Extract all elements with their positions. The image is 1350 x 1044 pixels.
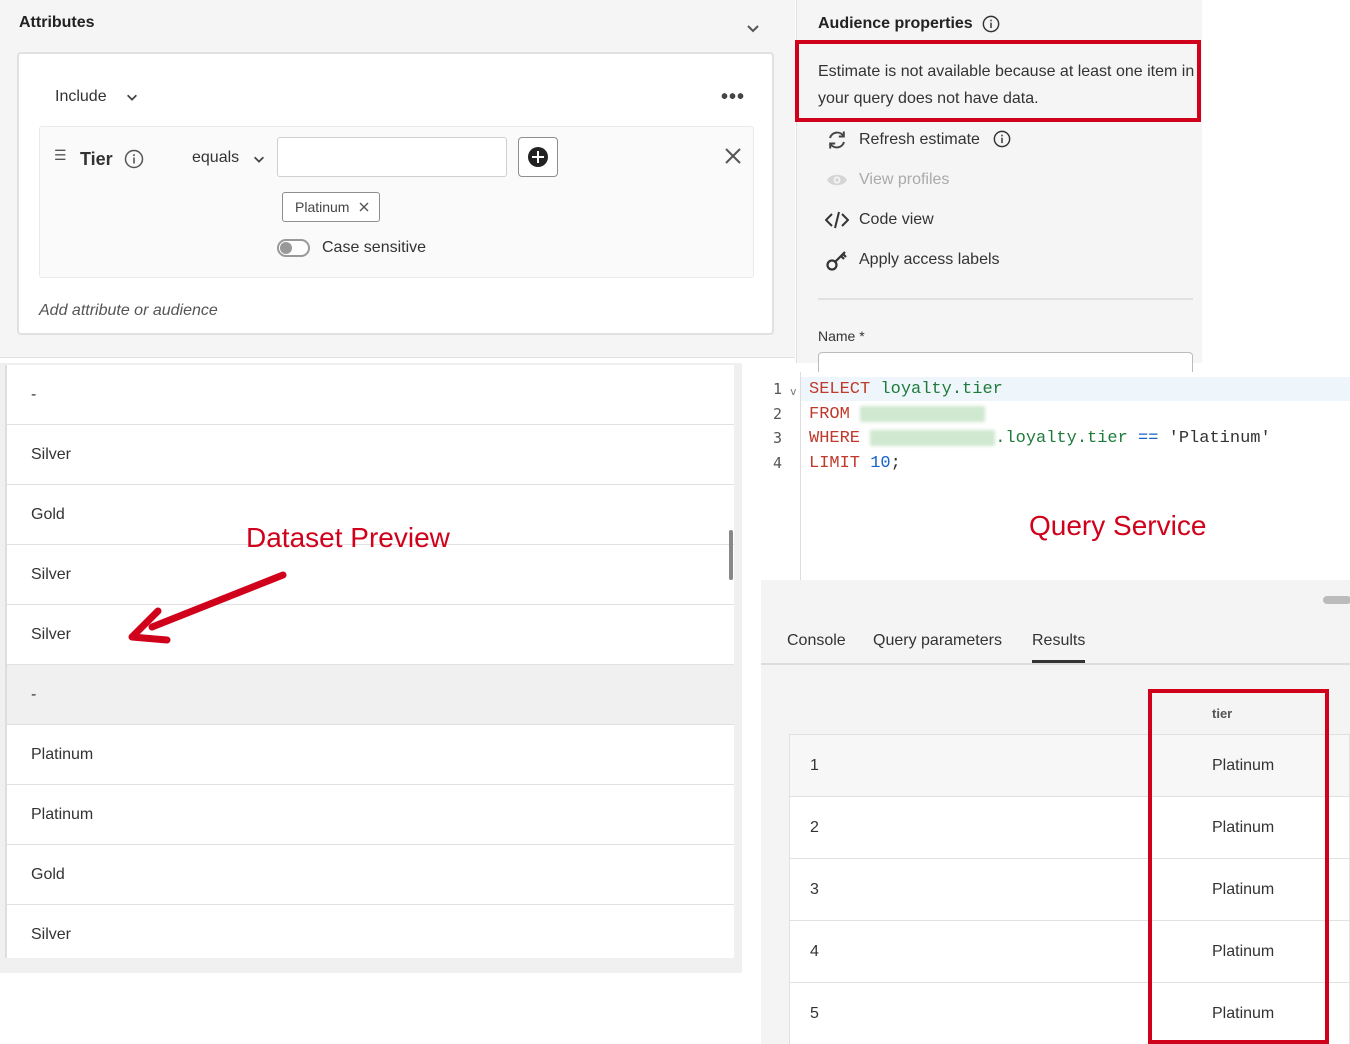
apply-access-labels-label: Apply access labels (859, 251, 1000, 268)
line-number: 1 (773, 380, 783, 398)
add-value-button[interactable] (518, 137, 558, 177)
name-field-label: Name * (818, 328, 865, 344)
plus-circle-icon (528, 147, 548, 167)
line-number: 3 (773, 429, 783, 447)
info-icon[interactable] (993, 130, 1011, 148)
code-view-label: Code view (859, 211, 934, 228)
info-icon[interactable] (982, 15, 1000, 33)
include-dropdown-label[interactable]: Include (55, 88, 107, 106)
attributes-title: Attributes (19, 14, 95, 31)
sql-identifier: .loyalty.tier (995, 429, 1128, 448)
tab-query-parameters[interactable]: Query parameters (873, 632, 1002, 650)
tab-results[interactable]: Results (1032, 632, 1085, 650)
value-tag: Platinum (282, 192, 381, 222)
info-icon[interactable] (124, 149, 144, 169)
row-index: 1 (810, 757, 819, 774)
attribute-rule-card: Include ••• ☰ Tier equals Platinum Case … (17, 52, 774, 335)
more-options-button[interactable]: ••• (721, 86, 745, 109)
tier-column-highlight-box (1148, 689, 1329, 1044)
value-tag-label: Platinum (295, 199, 350, 215)
sql-keyword: FROM (809, 405, 850, 424)
drag-handle-icon[interactable]: ☰ (54, 147, 67, 164)
dataset-preview-table: - Silver Gold Silver Silver - Platinum P… (5, 365, 734, 958)
sql-keyword: SELECT (809, 380, 871, 399)
table-row: Silver (7, 605, 734, 665)
row-index: 5 (810, 1005, 819, 1022)
sql-operator: == (1138, 429, 1159, 448)
sql-string: 'Platinum' (1168, 429, 1271, 448)
redacted-table-name (860, 405, 986, 422)
audience-properties-panel: Audience properties Estimate is not avai… (795, 0, 1202, 382)
line-number-gutter: 1 v 2 3 4 (761, 372, 801, 580)
annotation-arrow-icon (128, 571, 287, 644)
table-row: - (7, 665, 734, 725)
apply-access-labels-button[interactable]: Apply access labels (825, 248, 1000, 272)
refresh-estimate-button[interactable]: Refresh estimate (825, 128, 980, 152)
estimate-highlight-box: Estimate is not available because at lea… (795, 40, 1201, 122)
chevron-down-icon[interactable] (745, 20, 761, 36)
code-line-1: SELECT loyalty.tier (809, 380, 1003, 399)
value-input[interactable] (277, 137, 507, 177)
estimate-message: Estimate is not available because at lea… (818, 63, 1195, 107)
table-row: Platinum (7, 725, 734, 785)
operator-dropdown-label[interactable]: equals (192, 149, 239, 167)
dataset-preview-annotation: Dataset Preview (246, 522, 450, 553)
code-view-button[interactable]: Code view (825, 208, 934, 232)
code-line-4: LIMIT 10; (809, 454, 901, 473)
sql-keyword: WHERE (809, 429, 861, 448)
active-tab-indicator (1032, 660, 1085, 663)
divider (818, 298, 1193, 300)
sql-editor[interactable]: 1 v 2 3 4 SELECT loyalty.tier FROM WHERE… (761, 372, 1350, 580)
audience-properties-title: Audience properties (818, 15, 973, 32)
table-row: Gold (7, 845, 734, 905)
resize-handle[interactable] (1323, 596, 1350, 604)
refresh-icon (825, 129, 849, 151)
query-service-panel: 1 v 2 3 4 SELECT loyalty.tier FROM WHERE… (761, 372, 1350, 1044)
eye-icon (825, 172, 849, 188)
line-number: 2 (773, 405, 783, 423)
table-row: Silver (7, 545, 734, 605)
chevron-down-icon[interactable] (125, 90, 139, 104)
name-label-text: Name (818, 328, 856, 344)
tab-console[interactable]: Console (787, 632, 846, 650)
table-row: - (7, 365, 734, 425)
table-row: Silver (7, 905, 734, 958)
sql-number: 10 (870, 454, 891, 473)
case-sensitive-label: Case sensitive (322, 239, 427, 256)
chevron-down-icon[interactable] (252, 152, 266, 166)
case-sensitive-toggle[interactable] (277, 239, 310, 257)
table-row: Platinum (7, 785, 734, 845)
table-row: Silver (7, 425, 734, 485)
code-icon (825, 211, 849, 229)
view-profiles-button[interactable]: View profiles (825, 168, 949, 192)
sql-terminator: ; (890, 454, 901, 473)
view-profiles-label: View profiles (859, 171, 950, 188)
fold-marker-icon[interactable]: v (790, 385, 797, 398)
attributes-panel: Attributes Include ••• ☰ Tier equals Pla… (0, 0, 795, 358)
add-attribute-placeholder[interactable]: Add attribute or audience (39, 302, 218, 320)
redacted-table-name (870, 429, 996, 446)
row-index: 4 (810, 943, 819, 960)
tabs-divider (761, 663, 1350, 665)
close-icon[interactable] (359, 202, 369, 212)
attribute-name: Tier (80, 149, 113, 169)
refresh-estimate-label: Refresh estimate (859, 131, 980, 148)
row-index: 3 (810, 881, 819, 898)
sql-identifier: loyalty.tier (880, 380, 1003, 399)
key-icon (825, 249, 849, 271)
query-service-annotation: Query Service (1029, 510, 1207, 541)
rule-condition: ☰ Tier equals Platinum Case sensitive (39, 126, 754, 278)
line-number: 4 (773, 454, 783, 472)
dataset-preview-panel: - Silver Gold Silver Silver - Platinum P… (0, 363, 742, 973)
close-icon[interactable] (724, 147, 742, 165)
code-line-3: WHERE .loyalty.tier == 'Platinum' (809, 429, 1271, 448)
sql-keyword: LIMIT (809, 454, 861, 473)
required-marker: * (859, 328, 865, 344)
row-index: 2 (810, 819, 819, 836)
scrollbar-thumb[interactable] (729, 530, 733, 580)
code-line-2: FROM (809, 405, 986, 424)
